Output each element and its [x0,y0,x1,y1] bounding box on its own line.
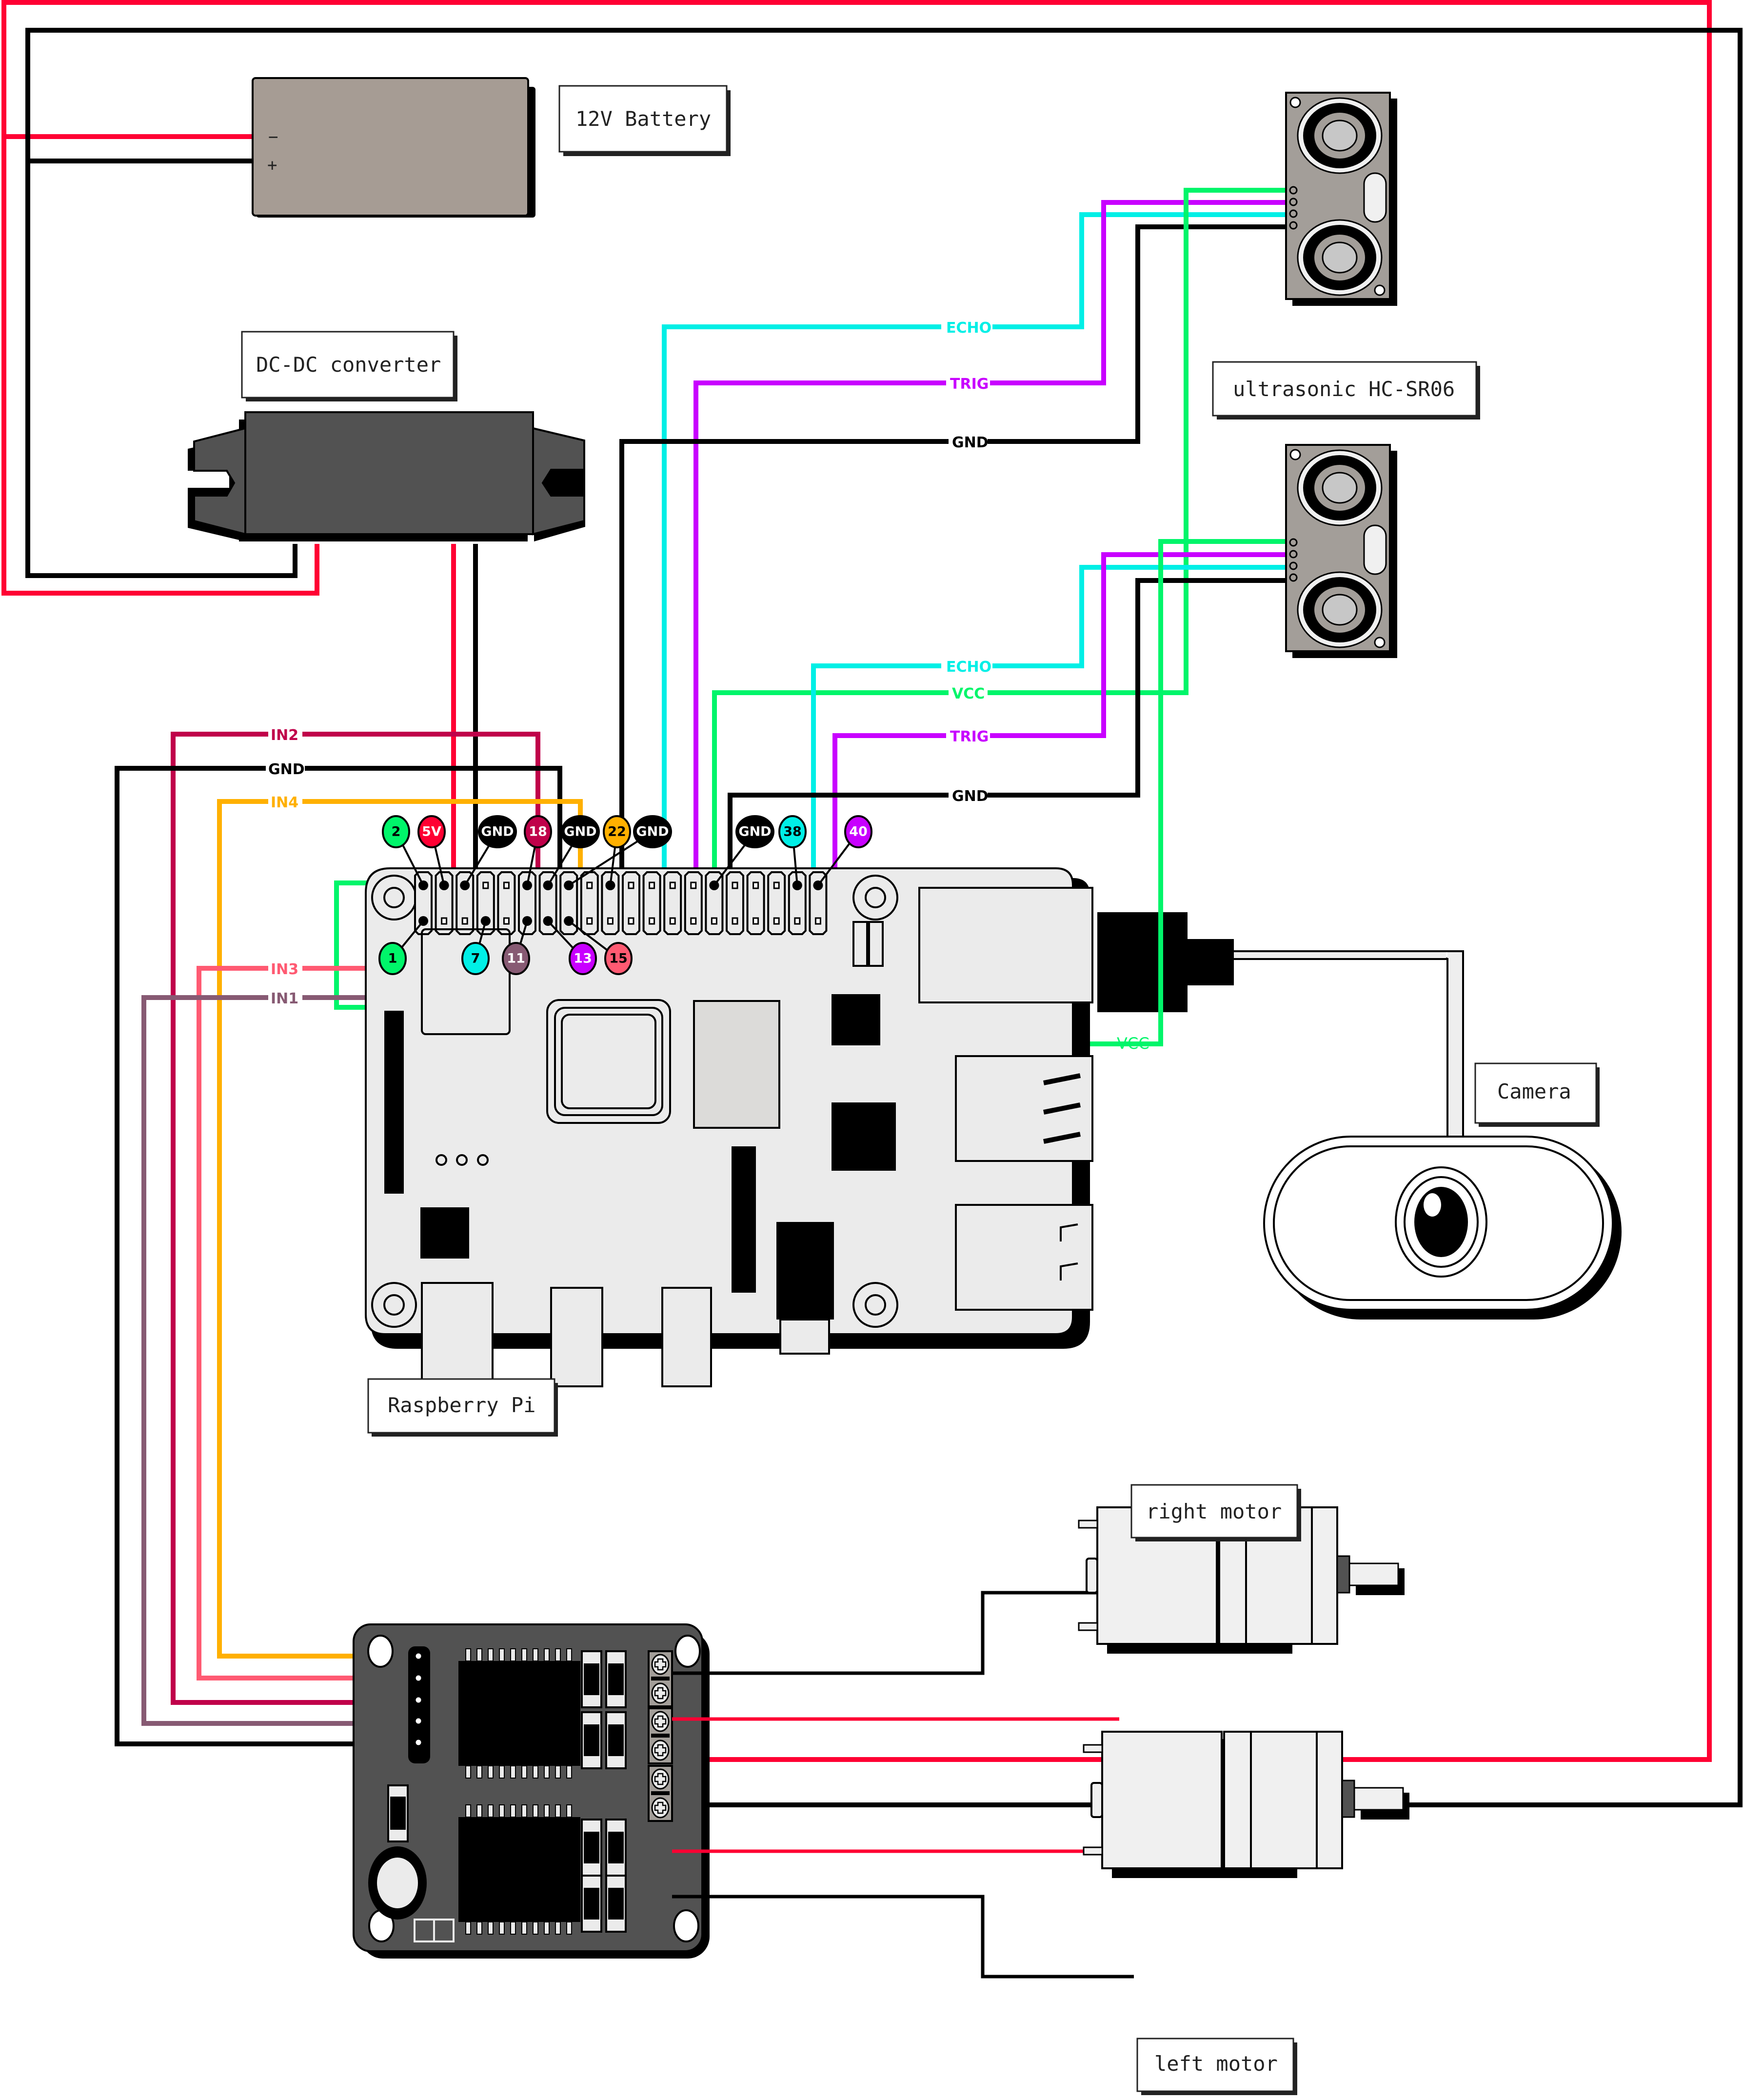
label-gnd-2: GND [949,785,989,805]
gpio-pin-bottom-label: 1 [388,951,397,966]
gpio-pin-bottom-label: 7 [471,951,480,966]
label-gnd-1: GND [949,432,989,451]
battery[interactable]: − + [252,77,535,218]
svg-text:IN2: IN2 [271,727,298,744]
label-in4: IN4 [268,792,302,811]
battery-plus-terminal: + [267,156,277,175]
svg-text:TRIG: TRIG [950,376,989,393]
label-gnd-driver: GND [266,759,305,778]
label-trig-1: TRIG [946,373,990,393]
converter-label: DC-DC converter [241,331,457,401]
gpio-pin-bottom-label: 11 [507,951,525,966]
dc-dc-converter[interactable] [188,411,585,541]
wire-cyan-echo-2 [811,565,1292,885]
label-in1: IN1 [268,988,302,1007]
svg-text:GND: GND [952,434,989,451]
gpio-pin-top-label: GND [481,824,514,840]
svg-text:GND: GND [268,761,305,778]
wire-cyan-echo-1 [662,212,1292,885]
ultrasonic-sensor-2[interactable] [1285,444,1397,658]
label-echo-2: ECHO [941,656,992,676]
gpio-pin-top-label: 40 [849,824,868,840]
svg-text:GND: GND [952,788,989,805]
label-vcc-2: VCC [949,683,988,702]
label-in3: IN3 [268,959,302,978]
converter-label-text: DC-DC converter [256,353,441,377]
gpio-pin-top-label: GND [738,824,771,840]
gpio-pin-top-label: 22 [608,824,626,840]
right-motor-label: right motor [1130,1484,1301,1541]
driver-terminals [648,1650,673,1822]
left-motor-label-text: left motor [1154,2052,1278,2076]
svg-text:ECHO: ECHO [946,320,991,337]
label-echo-1: ECHO [941,317,992,337]
svg-text:ECHO: ECHO [946,659,991,676]
raspberry-pi[interactable] [365,867,1234,1387]
camera-label: Camera [1474,1062,1600,1127]
raspberry-pi-label-text: Raspberry Pi [388,1393,535,1417]
svg-text:IN4: IN4 [271,794,298,811]
gpio-pin-top-label: 38 [783,824,802,840]
battery-label-text: 12V Battery [575,107,711,131]
gpio-pin-top-label: GND [564,824,596,840]
camera[interactable] [1234,950,1622,1320]
battery-label: 12V Battery [558,85,731,156]
label-in2: IN2 [268,724,302,744]
camera-label-text: Camera [1497,1080,1571,1103]
left-motor[interactable] [1083,1731,1409,1878]
label-trig-2: TRIG [946,726,990,745]
ultrasonic-sensor-1[interactable] [1285,92,1397,306]
wire-purple-trig-2 [832,552,1292,885]
wire-label-camera-vcc: VCC [1117,1034,1149,1053]
left-motor-label: left motor [1136,2038,1297,2095]
ultrasonic-label-text: ultrasonic HC-SR06 [1233,377,1455,401]
ultrasonic-label: ultrasonic HC-SR06 [1212,361,1480,420]
svg-text:IN3: IN3 [271,961,298,978]
gpio-pin-bottom-label: 15 [609,951,628,966]
motor-wires [672,1591,1134,1979]
svg-text:VCC: VCC [952,685,985,702]
wiring-diagram: − + 12V Battery DC-DC converter VCC 2 5V… [1,0,1743,2095]
gpio-pin-top-label: 18 [529,824,547,840]
gpio-pin-bottom-label: 13 [574,951,592,966]
raspberry-pi-label: Raspberry Pi [367,1378,558,1437]
svg-text:TRIG: TRIG [950,728,989,745]
gpio-pin-top-label: 2 [392,824,401,840]
gpio-pin-top-label: GND [636,824,669,840]
gpio-pin-top-label: 5V [422,824,441,840]
svg-text:IN1: IN1 [271,990,298,1007]
battery-minus-terminal: − [268,127,278,147]
motor-driver[interactable] [353,1623,710,1959]
right-motor-label-text: right motor [1146,1500,1282,1523]
